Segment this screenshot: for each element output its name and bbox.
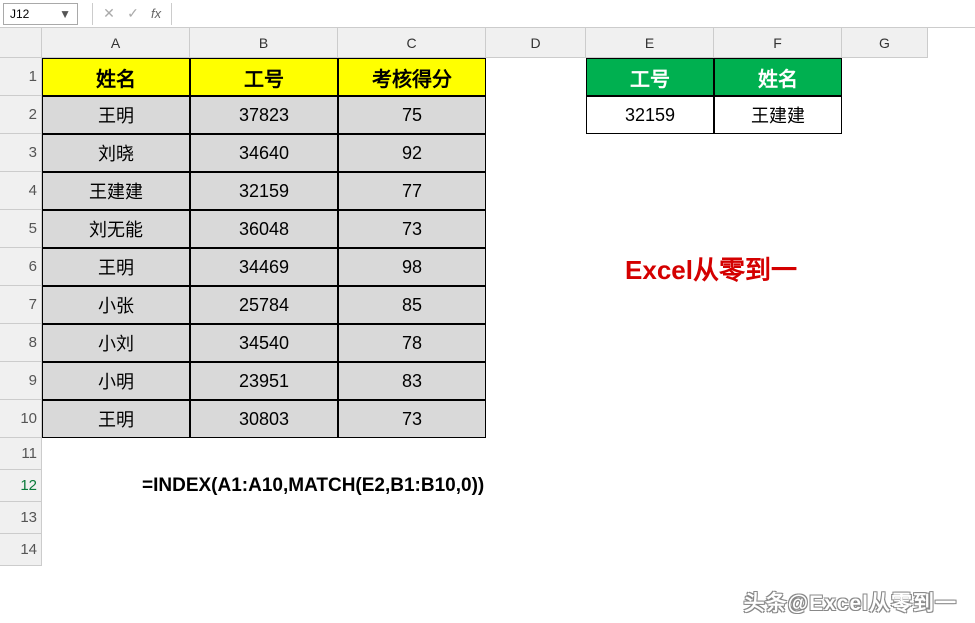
cell-name-1[interactable]: 刘晓 — [42, 134, 190, 172]
col-header-G[interactable]: G — [842, 28, 928, 58]
name-box[interactable]: J12 ▼ — [3, 3, 78, 25]
annotation-text: Excel从零到一 — [581, 251, 841, 285]
col-header-D[interactable]: D — [486, 28, 586, 58]
name-box-value: J12 — [10, 7, 29, 21]
cell-score-2[interactable]: 77 — [338, 172, 486, 210]
formula-input[interactable] — [176, 3, 975, 25]
cell-name-7[interactable]: 小明 — [42, 362, 190, 400]
row-header-4[interactable]: 4 — [0, 172, 42, 210]
cell-score-0[interactable]: 75 — [338, 96, 486, 134]
cell-name-6[interactable]: 小刘 — [42, 324, 190, 362]
row-header-5[interactable]: 5 — [0, 210, 42, 248]
cell-score-7[interactable]: 83 — [338, 362, 486, 400]
side-cell-id[interactable]: 32159 — [586, 96, 714, 134]
side-header-0[interactable]: 工号 — [586, 58, 714, 96]
row-header-6[interactable]: 6 — [0, 248, 42, 286]
watermark-text: 头条@Excel从零到一 — [744, 587, 957, 617]
dropdown-icon[interactable]: ▼ — [59, 7, 71, 21]
row-header-2[interactable]: 2 — [0, 96, 42, 134]
select-all-corner[interactable] — [0, 28, 42, 58]
cell-score-5[interactable]: 85 — [338, 286, 486, 324]
cell-id-7[interactable]: 23951 — [190, 362, 338, 400]
cell-name-5[interactable]: 小张 — [42, 286, 190, 324]
cell-id-2[interactable]: 32159 — [190, 172, 338, 210]
col-header-B[interactable]: B — [190, 28, 338, 58]
cancel-icon[interactable]: ✕ — [97, 3, 121, 25]
row-header-14[interactable]: 14 — [0, 534, 42, 566]
cell-id-5[interactable]: 25784 — [190, 286, 338, 324]
cell-id-6[interactable]: 34540 — [190, 324, 338, 362]
row-header-13[interactable]: 13 — [0, 502, 42, 534]
main-header-2[interactable]: 考核得分 — [338, 58, 486, 96]
cell-id-3[interactable]: 36048 — [190, 210, 338, 248]
row-header-10[interactable]: 10 — [0, 400, 42, 438]
cell-id-1[interactable]: 34640 — [190, 134, 338, 172]
cell-score-8[interactable]: 73 — [338, 400, 486, 438]
cell-name-0[interactable]: 王明 — [42, 96, 190, 134]
row-header-3[interactable]: 3 — [0, 134, 42, 172]
cell-score-4[interactable]: 98 — [338, 248, 486, 286]
cell-score-6[interactable]: 78 — [338, 324, 486, 362]
cell-score-1[interactable]: 92 — [338, 134, 486, 172]
cell-name-3[interactable]: 刘无能 — [42, 210, 190, 248]
main-header-1[interactable]: 工号 — [190, 58, 338, 96]
confirm-icon[interactable]: ✓ — [121, 3, 145, 25]
formula-display[interactable]: =INDEX(A1:A10,MATCH(E2,B1:B10,0)) — [142, 472, 642, 500]
row-header-1[interactable]: 1 — [0, 58, 42, 96]
fx-icon[interactable]: fx — [145, 6, 167, 21]
side-cell-name[interactable]: 王建建 — [714, 96, 842, 134]
cell-name-2[interactable]: 王建建 — [42, 172, 190, 210]
cell-id-0[interactable]: 37823 — [190, 96, 338, 134]
col-header-A[interactable]: A — [42, 28, 190, 58]
cell-score-3[interactable]: 73 — [338, 210, 486, 248]
col-header-C[interactable]: C — [338, 28, 486, 58]
cell-name-8[interactable]: 王明 — [42, 400, 190, 438]
row-header-7[interactable]: 7 — [0, 286, 42, 324]
side-header-1[interactable]: 姓名 — [714, 58, 842, 96]
cell-id-8[interactable]: 30803 — [190, 400, 338, 438]
col-header-E[interactable]: E — [586, 28, 714, 58]
row-header-8[interactable]: 8 — [0, 324, 42, 362]
col-header-F[interactable]: F — [714, 28, 842, 58]
row-header-11[interactable]: 11 — [0, 438, 42, 470]
cell-id-4[interactable]: 34469 — [190, 248, 338, 286]
row-header-9[interactable]: 9 — [0, 362, 42, 400]
cell-name-4[interactable]: 王明 — [42, 248, 190, 286]
main-header-0[interactable]: 姓名 — [42, 58, 190, 96]
formula-bar: J12 ▼ ✕ ✓ fx — [0, 0, 975, 28]
row-header-12[interactable]: 12 — [0, 470, 42, 502]
